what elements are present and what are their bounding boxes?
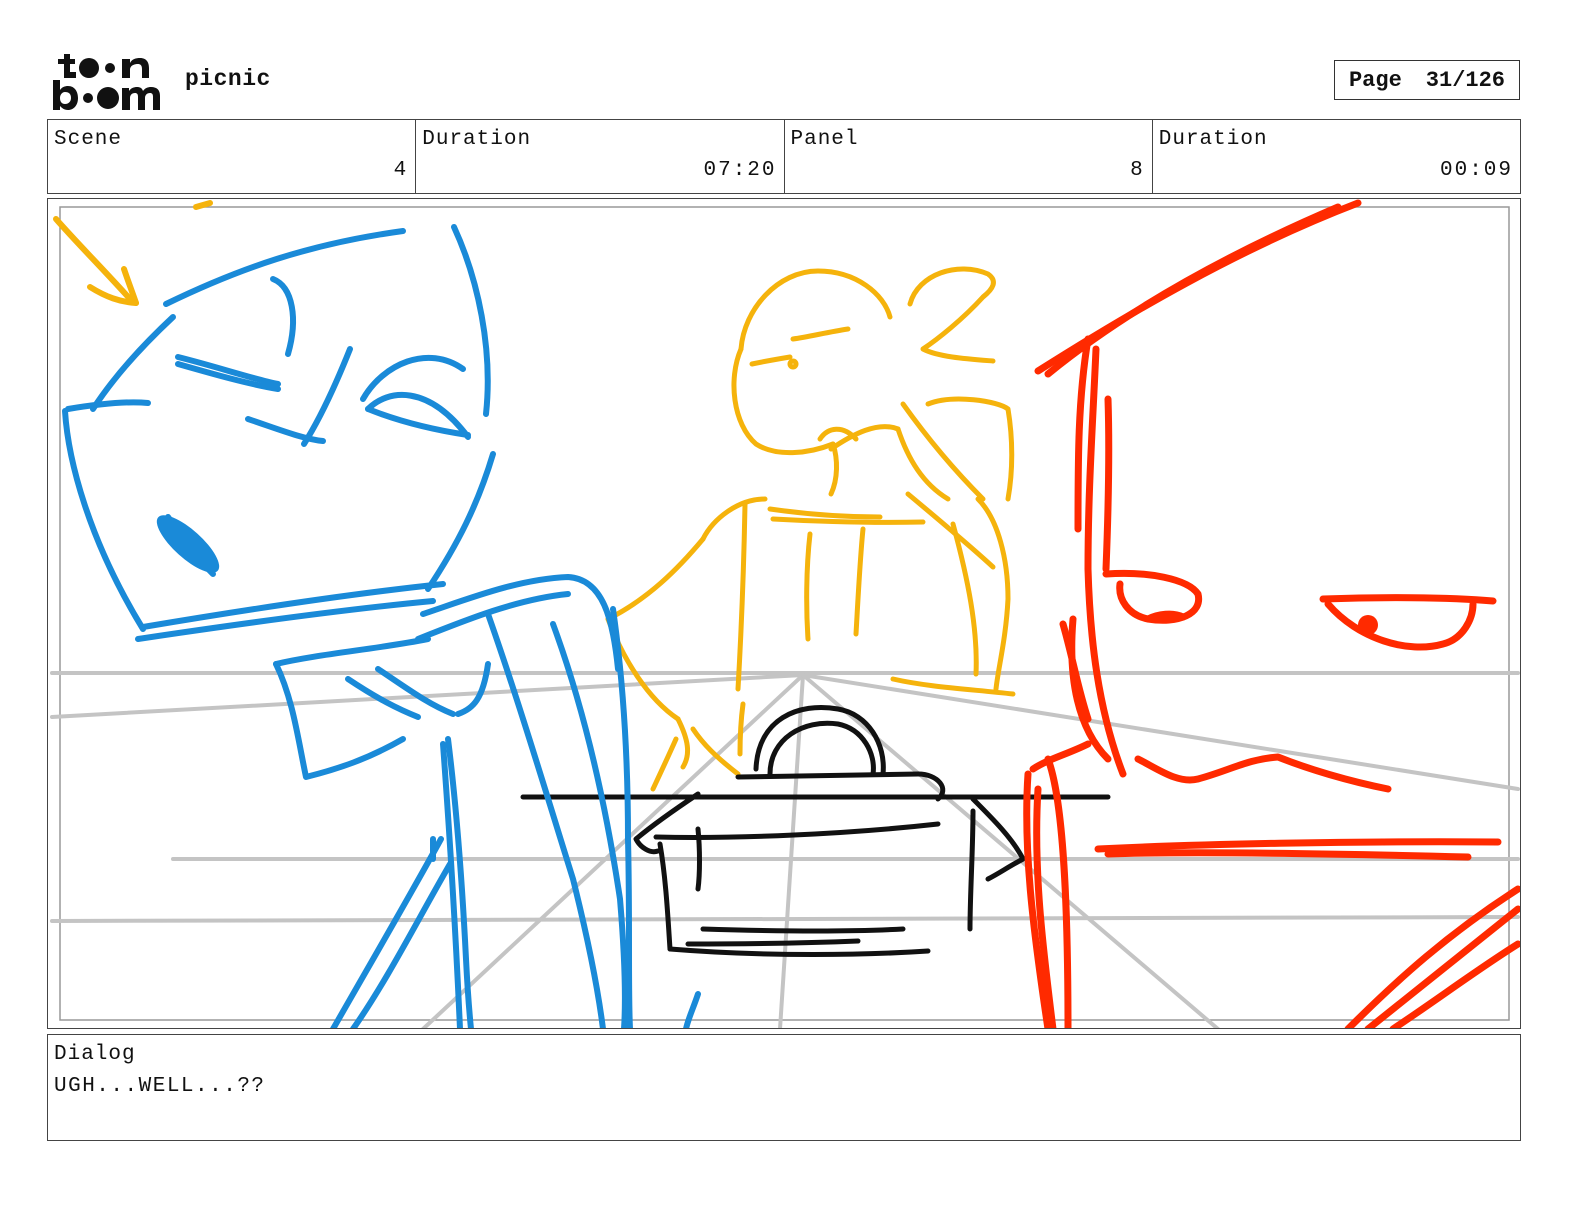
panel-duration-cell: Duration 00:09	[1153, 120, 1520, 193]
scene-duration-cell: Duration 07:20	[416, 120, 785, 193]
panel-value: 8	[1130, 159, 1145, 182]
blue-character-sketch	[62, 224, 701, 1028]
panel-label: Panel	[790, 128, 859, 151]
scene-duration-label: Duration	[422, 128, 532, 151]
red-character-sketch	[1023, 199, 1520, 1028]
toon-boom-logo	[52, 50, 164, 112]
safe-area-frame	[59, 206, 1510, 1021]
storyboard-panel	[47, 198, 1521, 1029]
panel-duration-label: Duration	[1158, 128, 1268, 151]
panel-sketch	[50, 199, 1520, 1028]
scene-duration-value: 07:20	[703, 159, 777, 182]
project-title: picnic	[185, 66, 271, 92]
page-indicator: Page 31/126	[1334, 60, 1520, 100]
yellow-character-sketch	[605, 266, 1016, 792]
page-label: Page	[1348, 67, 1402, 93]
panel-duration-value: 00:09	[1439, 159, 1513, 182]
dialog-label: Dialog	[54, 1043, 136, 1066]
scene-value: 4	[393, 159, 409, 182]
dialog-text: UGH...WELL...??	[54, 1075, 266, 1098]
yellow-arrow	[53, 200, 213, 306]
panel-info-table: Scene 4 Duration 07:20 Panel 8 Duration …	[47, 119, 1521, 194]
page-number: 31/126	[1425, 67, 1506, 93]
dialog-box: Dialog UGH...WELL...??	[47, 1034, 1521, 1141]
scene-label: Scene	[54, 128, 123, 151]
panel-cell: Panel 8	[785, 120, 1153, 193]
scene-cell: Scene 4	[48, 120, 417, 193]
